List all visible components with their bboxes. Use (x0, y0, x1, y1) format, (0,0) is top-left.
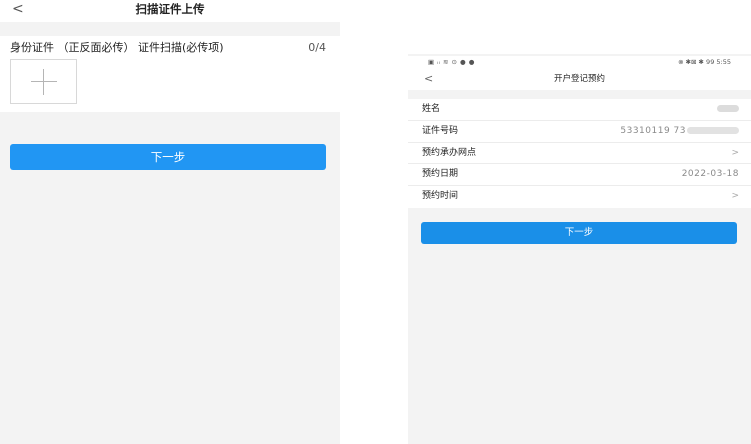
page-title: 开户登记预约 (553, 74, 605, 84)
next-step-button[interactable]: 下一步 (421, 222, 737, 244)
redacted-id (687, 126, 739, 134)
id-value: 53310119 73 (620, 124, 739, 138)
upload-count: 0/4 (308, 41, 326, 54)
plus-icon (31, 81, 57, 82)
upload-screen: < 扫描证件上传 身份证件 （正反面必传） 证件扫描(必传项) 0/4 下一步 (0, 0, 340, 444)
page-title: 扫描证件上传 (135, 2, 205, 16)
upload-header: < 扫描证件上传 (0, 0, 340, 22)
redacted-name (717, 105, 739, 112)
id-label: 证件号码 (422, 125, 459, 136)
form-row-name[interactable]: 姓名 (408, 99, 751, 121)
status-icons-left: ▣ ᵢₗ ≋ ⊙ ● ● (428, 58, 475, 66)
next-step-button[interactable]: 下一步 (10, 144, 326, 170)
form-row-id[interactable]: 证件号码 53310119 73 (408, 121, 751, 143)
chevron-right-icon: > (731, 191, 739, 202)
branch-label: 预约承办网点 (422, 147, 477, 158)
chevron-right-icon: > (731, 147, 739, 158)
name-value-redacted (717, 102, 739, 116)
section-gap (408, 90, 751, 99)
plus-icon-vertical (43, 69, 44, 95)
add-photo-button[interactable] (10, 59, 77, 104)
upload-card: 身份证件 （正反面必传） 证件扫描(必传项) 0/4 (0, 36, 340, 112)
screenshot-stage: < 扫描证件上传 身份证件 （正反面必传） 证件扫描(必传项) 0/4 下一步 … (0, 0, 751, 444)
form-row-branch[interactable]: 预约承办网点 > (408, 143, 751, 165)
appointment-header: < 开户登记预约 (408, 70, 751, 90)
name-label: 姓名 (422, 104, 441, 114)
top-blank (408, 0, 751, 54)
date-label: 预约日期 (422, 169, 459, 180)
section-gap (0, 22, 340, 36)
time-label: 预约时间 (422, 191, 459, 202)
appointment-form: 姓名 证件号码 53310119 73 预约承办网点 > 预约日期 2022-0… (408, 99, 751, 208)
date-value: 2022-03-18 (681, 169, 739, 180)
form-row-time[interactable]: 预约时间 > (408, 186, 751, 208)
form-row-date[interactable]: 预约日期 2022-03-18 (408, 164, 751, 187)
status-icons-right: ⊗ ✱⊠ ✱ 99 5:55 (678, 58, 731, 66)
appointment-screen: ▣ ᵢₗ ≋ ⊙ ● ● ⊗ ✱⊠ ✱ 99 5:55 < 开户登记预约 姓名 … (408, 0, 751, 444)
status-bar: ▣ ᵢₗ ≋ ⊙ ● ● ⊗ ✱⊠ ✱ 99 5:55 (408, 56, 751, 70)
id-value-visible: 53310119 73 (620, 125, 686, 136)
upload-label: 身份证件 （正反面必传） 证件扫描(必传项) (10, 41, 224, 54)
